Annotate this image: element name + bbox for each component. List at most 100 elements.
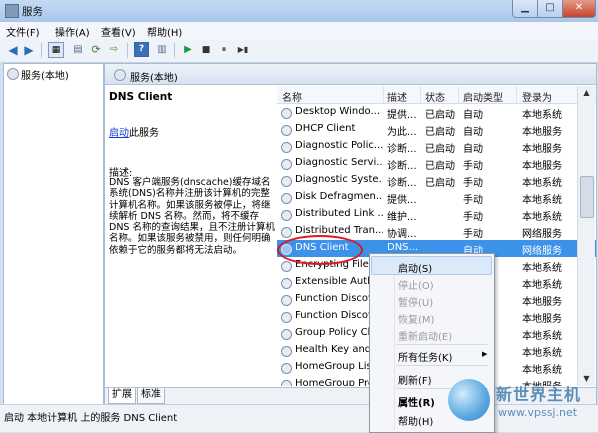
service-gear-icon <box>281 193 292 204</box>
service-row[interactable]: Desktop Windo... 提供... 已启动 自动 本地系统 <box>277 104 596 121</box>
show-console-tree-icon[interactable]: ▦ <box>48 42 64 58</box>
context-menu-label: 所有任务(K) <box>398 353 453 364</box>
column-divider[interactable] <box>516 86 517 103</box>
gear-icon <box>7 68 19 80</box>
restart-service-icon[interactable]: ▶▮ <box>234 42 252 58</box>
cell-desc: 提供... <box>387 110 417 121</box>
column-header: 名称 描述 状态 启动类型 登录为 <box>277 86 596 104</box>
service-row[interactable]: Diagnostic Servi... 诊断... 已启动 手动 本地服务 <box>277 155 596 172</box>
service-gear-icon <box>281 108 292 119</box>
context-menu-label: 恢复(M) <box>398 315 435 326</box>
cell-logon: 本地系统 <box>522 178 562 189</box>
start-service-link[interactable]: 启动 <box>109 128 129 139</box>
properties-icon[interactable]: ▤ <box>70 42 86 58</box>
context-menu-label: 启动(S) <box>398 264 433 275</box>
submenu-arrow-icon: ▶ <box>482 350 488 358</box>
show-hide-icon[interactable]: ▥ <box>154 42 170 58</box>
cell-startup: 手动 <box>463 178 483 189</box>
cell-status: 已启动 <box>425 144 455 155</box>
cell-logon: 本地系统 <box>522 263 562 274</box>
maximize-button[interactable]: □ <box>537 0 563 18</box>
pane-header: 服务(本地) <box>105 64 596 85</box>
menu-bar: 文件(F) 操作(A) 查看(V) 帮助(H) <box>0 22 598 40</box>
cell-logon: 本地服务 <box>522 314 562 325</box>
forward-icon[interactable]: ▶ <box>21 42 37 58</box>
tree-item-services-local[interactable]: 服务(本地) <box>7 67 69 82</box>
context-menu-item: 重新启动(E) <box>372 325 491 343</box>
service-gear-icon <box>281 227 292 238</box>
help-icon[interactable]: ? <box>134 42 149 57</box>
services-pane: 服务(本地) DNS Client 启动此服务 描述: DNS 客户端服务(dn… <box>104 63 597 405</box>
start-service-icon[interactable]: ▶ <box>180 42 196 58</box>
column-name[interactable]: 名称 <box>282 89 302 104</box>
watermark-url: www.vpssj.net <box>498 406 578 419</box>
back-icon[interactable]: ◀ <box>5 42 21 58</box>
column-description[interactable]: 描述 <box>387 89 407 104</box>
cell-logon: 网络服务 <box>522 229 562 240</box>
cell-startup: 手动 <box>463 229 483 240</box>
service-row[interactable]: Diagnostic Syste... 诊断... 已启动 手动 本地系统 <box>277 172 596 189</box>
toolbar-separator <box>174 43 175 58</box>
service-gear-icon <box>281 142 292 153</box>
tree-item-label: 服务(本地) <box>21 71 69 82</box>
refresh-icon[interactable]: ⟳ <box>88 42 104 58</box>
cell-startup: 手动 <box>463 195 483 206</box>
service-row[interactable]: Distributed Link ... 维护... 手动 本地系统 <box>277 206 596 223</box>
vertical-scrollbar[interactable]: ▲ ▼ <box>577 86 595 386</box>
start-suffix: 此服务 <box>129 128 159 139</box>
service-gear-icon <box>281 329 292 340</box>
tab-standard[interactable]: 标准 <box>137 388 165 404</box>
selected-service-name: DNS Client <box>109 91 173 103</box>
service-row[interactable]: Diagnostic Polic... 诊断... 已启动 自动 本地服务 <box>277 138 596 155</box>
cell-logon: 本地系统 <box>522 331 562 342</box>
globe-logo-icon <box>448 379 490 421</box>
column-divider[interactable] <box>383 86 384 103</box>
cell-name: DHCP Client <box>295 123 356 134</box>
stop-service-icon[interactable]: ■ <box>198 42 214 58</box>
cell-status: 已启动 <box>425 127 455 138</box>
cell-startup: 自动 <box>463 127 483 138</box>
minimize-button[interactable]: ▁ <box>512 0 538 18</box>
column-startup-type[interactable]: 启动类型 <box>463 89 503 104</box>
pause-service-icon[interactable]: ⏸ <box>216 42 232 58</box>
menu-view[interactable]: 查看(V) <box>101 24 136 39</box>
cell-logon: 本地系统 <box>522 365 562 376</box>
service-row[interactable]: Disk Defragmen... 提供... 手动 本地系统 <box>277 189 596 206</box>
scroll-thumb[interactable] <box>580 176 594 218</box>
column-divider[interactable] <box>420 86 421 103</box>
cell-desc: 提供... <box>387 195 417 206</box>
cell-desc: 诊断... <box>387 161 417 172</box>
context-menu-item[interactable]: 所有任务(K) ▶ <box>372 346 491 364</box>
highlight-circle <box>277 235 363 265</box>
cell-status: 已启动 <box>425 161 455 172</box>
toolbar-separator <box>127 43 128 58</box>
cell-logon: 本地系统 <box>522 348 562 359</box>
cell-name: Diagnostic Polic... <box>295 140 383 151</box>
cell-logon: 网络服务 <box>522 246 562 257</box>
cell-logon: 本地服务 <box>522 127 562 138</box>
cell-name: Distributed Link ... <box>295 208 383 219</box>
cell-logon: 本地服务 <box>522 144 562 155</box>
context-menu-item[interactable]: 启动(S) <box>371 256 492 275</box>
toolbar-separator <box>41 43 42 58</box>
menu-file[interactable]: 文件(F) <box>6 24 40 39</box>
menu-help[interactable]: 帮助(H) <box>147 24 182 39</box>
context-menu-label: 重新启动(E) <box>398 332 453 343</box>
menu-separator <box>396 344 488 345</box>
service-gear-icon <box>281 176 292 187</box>
window-title: 服务 <box>22 6 43 18</box>
close-button[interactable]: ✕ <box>562 0 596 18</box>
column-divider[interactable] <box>458 86 459 103</box>
menu-action[interactable]: 操作(A) <box>55 24 90 39</box>
service-row[interactable]: DHCP Client 为此... 已启动 自动 本地服务 <box>277 121 596 138</box>
cell-desc: DNS... <box>387 242 419 253</box>
context-menu-label: 刷新(F) <box>398 376 432 387</box>
scroll-up-arrow[interactable]: ▲ <box>578 86 595 100</box>
service-gear-icon <box>281 278 292 289</box>
service-gear-icon <box>281 312 292 323</box>
export-list-icon[interactable]: ⇨ <box>106 42 122 58</box>
column-logon[interactable]: 登录为 <box>522 89 552 104</box>
cell-name: Diagnostic Servi... <box>295 157 383 168</box>
tab-extended[interactable]: 扩展 <box>108 388 136 404</box>
column-status[interactable]: 状态 <box>425 89 445 104</box>
